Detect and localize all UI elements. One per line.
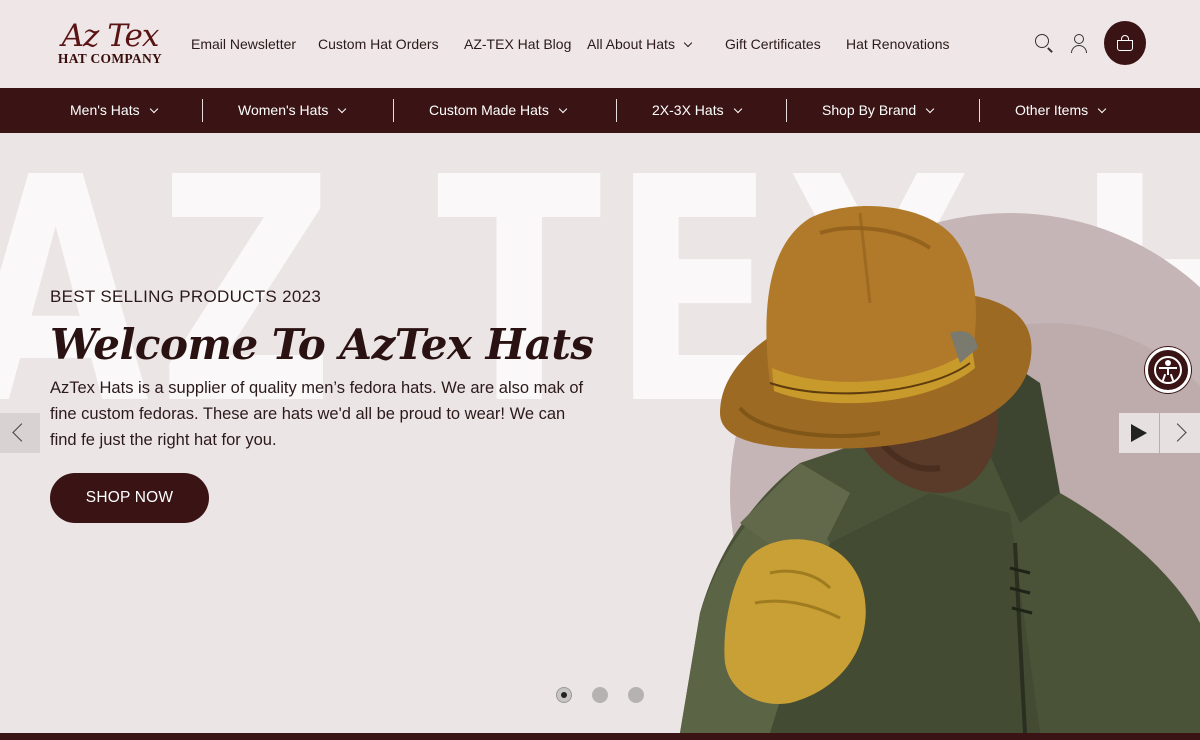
topnav-hat-renovations[interactable]: Hat Renovations: [846, 34, 950, 54]
chevron-left-icon: [12, 423, 31, 442]
play-icon: [1131, 424, 1147, 442]
hero-model-image: [680, 206, 1200, 733]
slider-play-button[interactable]: [1119, 413, 1159, 453]
chevron-right-icon: [1168, 423, 1187, 442]
chevron-down-icon: [733, 104, 742, 114]
divider: [616, 99, 617, 122]
chevron-down-icon: [149, 104, 158, 114]
category-label: Shop By Brand: [822, 102, 917, 118]
category-2x-3x-hats[interactable]: 2X-3X Hats: [652, 88, 742, 133]
category-label: Other Items: [1015, 102, 1089, 118]
hero-slider: AZ TEX HAT BEST SELLING PRODUCTS 2023 We…: [0, 133, 1200, 733]
account-icon[interactable]: [1069, 33, 1089, 53]
slider-dot-1[interactable]: [556, 687, 572, 703]
category-custom-made-hats[interactable]: Custom Made Hats: [429, 88, 568, 133]
logo-sub-text: HAT COMPANY: [57, 51, 163, 66]
category-mens-hats[interactable]: Men's Hats: [70, 88, 158, 133]
hero-description: AzTex Hats is a supplier of quality men’…: [50, 379, 584, 449]
topnav-custom-hat-orders[interactable]: Custom Hat Orders: [318, 34, 439, 54]
slider-prev-button[interactable]: [0, 413, 40, 453]
chevron-down-icon: [925, 104, 935, 114]
chevron-down-icon: [1097, 104, 1107, 114]
divider: [979, 99, 980, 122]
search-icon[interactable]: [1034, 33, 1054, 53]
chevron-down-icon: [338, 104, 347, 114]
category-other-items[interactable]: Other Items: [1015, 88, 1107, 133]
category-label: Men's Hats: [70, 102, 140, 118]
category-nav: Men's Hats Women's Hats Custom Made Hats…: [0, 88, 1200, 133]
hero-eyebrow: BEST SELLING PRODUCTS 2023: [50, 287, 322, 306]
category-womens-hats[interactable]: Women's Hats: [238, 88, 347, 133]
category-label: 2X-3X Hats: [652, 102, 724, 118]
divider: [202, 99, 203, 122]
cart-icon[interactable]: [1104, 21, 1146, 65]
chevron-down-icon: [683, 38, 693, 48]
divider: [393, 99, 394, 122]
slider-next-button[interactable]: [1160, 413, 1200, 453]
topnav-all-about-hats-label: All About Hats: [587, 36, 675, 52]
accessibility-widget-button[interactable]: [1145, 347, 1191, 393]
category-label: Women's Hats: [238, 102, 329, 118]
shop-now-button[interactable]: SHOP NOW: [50, 473, 209, 523]
topnav-all-about-hats[interactable]: All About Hats: [587, 34, 693, 54]
site-header: Az Tex HAT COMPANY Email Newsletter Cust…: [0, 0, 1200, 88]
slider-dot-3[interactable]: [628, 687, 644, 703]
brand-logo[interactable]: Az Tex HAT COMPANY: [52, 20, 168, 68]
slider-dot-2[interactable]: [592, 687, 608, 703]
topnav-email-newsletter[interactable]: Email Newsletter: [191, 34, 296, 54]
topnav-gift-certificates[interactable]: Gift Certificates: [725, 34, 821, 54]
hero-headline: Welcome To AzTex Hats: [50, 320, 594, 369]
chevron-down-icon: [558, 104, 568, 114]
logo-script-text: Az Tex: [61, 18, 160, 54]
topnav-hat-blog[interactable]: AZ-TEX Hat Blog: [464, 34, 571, 54]
category-label: Custom Made Hats: [429, 102, 549, 118]
divider: [786, 99, 787, 122]
category-shop-by-brand[interactable]: Shop By Brand: [822, 88, 935, 133]
section-divider-bar: [0, 733, 1200, 740]
